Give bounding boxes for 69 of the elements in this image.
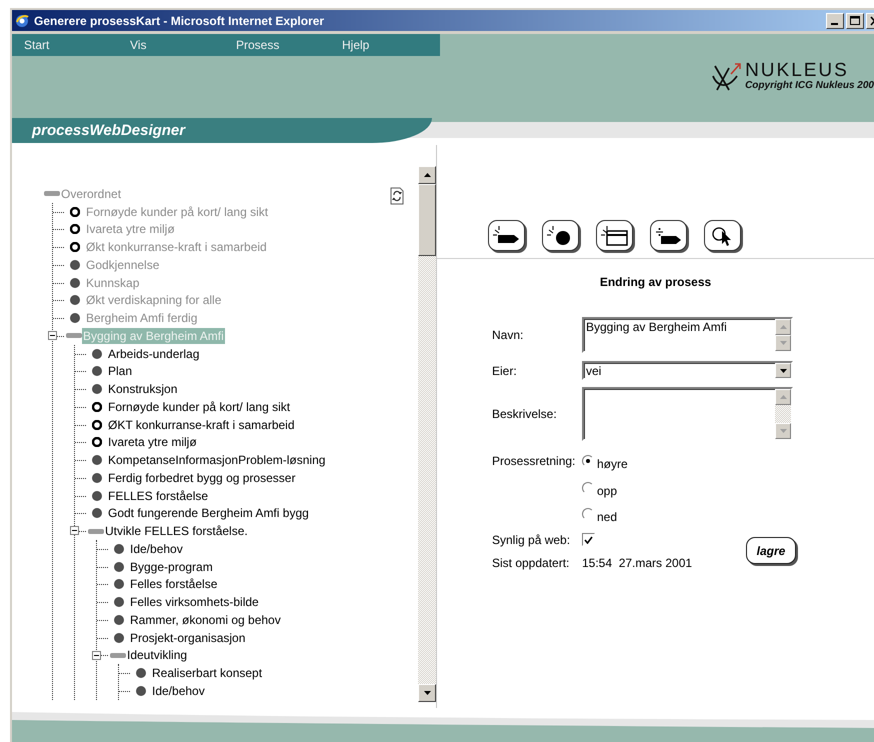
tool-button[interactable] [488, 220, 525, 251]
dot-icon [114, 562, 124, 572]
minus-icon [94, 652, 99, 658]
dot-icon [70, 295, 80, 306]
dot-icon [136, 668, 146, 678]
dot-icon [92, 348, 102, 359]
dot-icon [92, 455, 102, 466]
scroll-up-button[interactable] [418, 166, 436, 184]
scroll-thumb[interactable] [418, 184, 436, 256]
field-label: Eier: [492, 364, 518, 378]
timestamp: 15:54 27.mars 2001 [582, 556, 692, 570]
window-title: Generere prosessKart - Microsoft Internet Explorer [34, 14, 326, 28]
field-label: Synlig på web: [492, 532, 572, 546]
down-arrow-icon [424, 691, 430, 695]
down-arrow-icon [780, 429, 786, 433]
field-label: Navn: [492, 328, 524, 342]
field-label: Beskrivelse: [492, 407, 558, 421]
minus-icon [50, 333, 55, 338]
bar-icon [88, 528, 104, 534]
dot-icon [70, 260, 80, 270]
menu-item[interactable]: Vis [118, 34, 224, 56]
window-shape-icon [600, 224, 630, 246]
up-arrow-icon [780, 325, 786, 329]
maximize-icon[interactable] [846, 12, 864, 28]
dot-icon [92, 508, 102, 518]
menu-item[interactable]: Prosess [224, 34, 330, 56]
dot-icon [92, 384, 102, 394]
copyright-text: Copyright ICG Nukleus 200 [745, 80, 874, 91]
refresh-icon[interactable] [390, 187, 404, 205]
dot-icon [136, 686, 146, 696]
browser-icon [14, 12, 30, 28]
owner-select[interactable]: vei [582, 361, 793, 380]
minimize-icon[interactable] [826, 12, 844, 28]
menu-item[interactable]: Start [12, 34, 118, 56]
up-arrow-icon [780, 395, 786, 399]
up-arrow-icon [424, 173, 430, 177]
minus-icon [72, 528, 77, 534]
dot-icon [114, 632, 124, 643]
radio-label[interactable]: opp [597, 484, 618, 498]
save-button[interactable]: lagre [746, 537, 796, 564]
bar-icon [110, 652, 126, 658]
tool-button[interactable] [650, 220, 687, 251]
dot-icon [70, 313, 80, 324]
dot-icon [70, 278, 80, 288]
dot-icon [114, 579, 124, 590]
text-area[interactable] [582, 387, 793, 441]
app-title: processWebDesigner [32, 122, 186, 139]
tool-button[interactable] [596, 220, 633, 251]
radio-label[interactable]: høyre [597, 457, 628, 472]
dot-icon [92, 366, 102, 376]
form-title: Endring av prosess [598, 275, 712, 289]
dropdown-button[interactable] [775, 363, 791, 378]
bar-icon [66, 333, 82, 338]
dot-icon [92, 472, 102, 483]
tool-button[interactable] [542, 220, 579, 251]
dot-icon [92, 490, 102, 501]
dot-icon [114, 597, 124, 608]
dot-icon [114, 614, 124, 625]
tool-button[interactable] [704, 220, 741, 251]
field-label: Sist oppdatert: [492, 556, 570, 570]
menu-item[interactable]: Hjelp [330, 34, 436, 56]
bar-icon [44, 191, 60, 196]
logo-text: NUKLEUS [745, 62, 849, 80]
scroll-down-button[interactable] [418, 684, 436, 702]
radio-label[interactable]: ned [597, 510, 618, 524]
down-arrow-icon [780, 368, 786, 372]
down-arrow-icon [780, 341, 786, 345]
dot-icon [114, 544, 124, 554]
field-label: Prosessretning: [492, 454, 576, 468]
